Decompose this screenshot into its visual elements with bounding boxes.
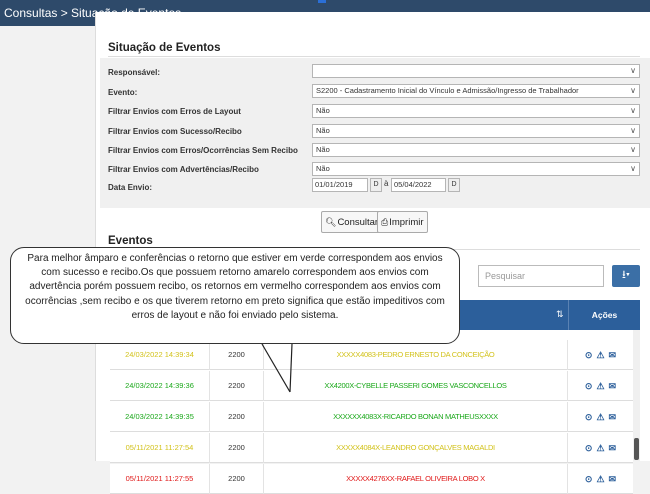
row-actions: ⊙ ⚠︎ ✉︎ bbox=[568, 371, 633, 401]
row-date: 24/03/2022 14:39:34 bbox=[110, 340, 210, 370]
view-icon[interactable]: ⊙ bbox=[585, 412, 593, 422]
search-input[interactable]: Pesquisar bbox=[478, 265, 604, 287]
search-icon: 🔍︎ bbox=[325, 217, 337, 227]
warning-icon[interactable]: ⚠︎ bbox=[596, 412, 604, 422]
row-actions: ⊙ ⚠︎ ✉︎ bbox=[568, 433, 633, 463]
row-date: 24/03/2022 14:39:36 bbox=[110, 371, 210, 401]
row-date: 05/11/2021 11:27:54 bbox=[110, 433, 210, 463]
row-description: XX4200X-CYBELLE PASSERI GOMES VASCONCELL… bbox=[264, 371, 568, 401]
table-row: 24/03/2022 14:39:36 2200 XX4200X-CYBELLE P… bbox=[110, 371, 633, 401]
events-section-title: Eventos bbox=[108, 235, 153, 247]
responsavel-label: Responsável: bbox=[108, 68, 161, 77]
download-icon: ⭳▾ bbox=[622, 269, 630, 281]
filters-section-title: Situação de Eventos bbox=[108, 42, 221, 54]
row-description: XXXXX4084X-LEANDRO GONÇALVES MAGALDI bbox=[264, 433, 568, 463]
table-row: 05/11/2021 11:27:55 2200 XXXXX4276XX-RAFAE… bbox=[110, 464, 633, 494]
view-icon[interactable]: ⊙ bbox=[585, 443, 593, 453]
row-code: 2200 bbox=[210, 371, 264, 401]
data-envio-label: Data Envio: bbox=[108, 183, 153, 192]
mail-icon[interactable]: ✉︎ bbox=[609, 412, 617, 422]
consultar-button[interactable]: 🔍︎Consultar bbox=[321, 211, 383, 233]
evento-label: Evento: bbox=[108, 88, 138, 97]
row-actions: ⊙ ⚠︎ ✉︎ bbox=[568, 464, 633, 494]
chevron-down-icon: ∨ bbox=[630, 145, 636, 154]
sucesso-label: Filtrar Envios com Sucesso/Recibo bbox=[108, 127, 242, 136]
mail-icon[interactable]: ✉︎ bbox=[609, 350, 617, 360]
sucesso-select[interactable]: Não ∨ bbox=[312, 124, 640, 138]
row-actions: ⊙ ⚠︎ ✉︎ bbox=[568, 402, 633, 432]
row-actions: ⊙ ⚠︎ ✉︎ bbox=[568, 340, 633, 370]
row-code: 2200 bbox=[210, 433, 264, 463]
warning-icon[interactable]: ⚠︎ bbox=[596, 443, 604, 453]
evento-select[interactable]: S2200 - Cadastramento Inicial do Vínculo… bbox=[312, 84, 640, 98]
scrollbar-thumb[interactable] bbox=[634, 438, 639, 460]
chevron-down-icon: ∨ bbox=[630, 66, 636, 75]
row-code: 2200 bbox=[210, 402, 264, 432]
view-icon[interactable]: ⊙ bbox=[585, 474, 593, 484]
mail-icon[interactable]: ✉︎ bbox=[609, 443, 617, 453]
date-to-input[interactable]: 05/04/2022 bbox=[391, 178, 446, 192]
printer-icon: ⎙ bbox=[381, 217, 389, 227]
view-icon[interactable]: ⊙ bbox=[585, 381, 593, 391]
mail-icon[interactable]: ✉︎ bbox=[609, 381, 617, 391]
responsavel-select[interactable]: ∨ bbox=[312, 64, 640, 78]
top-marker bbox=[318, 0, 326, 3]
date-from-picker-button[interactable]: D bbox=[370, 178, 382, 192]
table-row: 05/11/2021 11:27:54 2200 XXXXX4084X-LEANDR… bbox=[110, 433, 633, 463]
date-to-picker-button[interactable]: D bbox=[448, 178, 460, 192]
acoes-header: Ações bbox=[568, 300, 640, 330]
chevron-down-icon: ∨ bbox=[630, 164, 636, 173]
row-description: XXXXXX4083X-RICARDO BONAN MATHEUSXXXX bbox=[264, 402, 568, 432]
row-description: XXXXX4083-PEDRO ERNESTO DA CONCEIÇÃO bbox=[264, 340, 568, 370]
row-code: 2200 bbox=[210, 464, 264, 494]
sort-icon[interactable]: ⇅ bbox=[556, 309, 564, 320]
warning-icon[interactable]: ⚠︎ bbox=[596, 381, 604, 391]
row-description: XXXXX4276XX-RAFAEL OLIVEIRA LOBO X bbox=[264, 464, 568, 494]
row-code: 2200 bbox=[210, 340, 264, 370]
row-date: 24/03/2022 14:39:35 bbox=[110, 402, 210, 432]
row-date: 05/11/2021 11:27:55 bbox=[110, 464, 210, 494]
warning-icon[interactable]: ⚠︎ bbox=[596, 350, 604, 360]
advertencias-select[interactable]: Não ∨ bbox=[312, 162, 640, 176]
table-row: 24/03/2022 14:39:35 2200 XXXXXX4083X-RICAR… bbox=[110, 402, 633, 432]
download-button[interactable]: ⭳▾ bbox=[612, 265, 640, 287]
advertencias-label: Filtrar Envios com Advertências/Recibo bbox=[108, 165, 259, 174]
warning-icon[interactable]: ⚠︎ bbox=[596, 474, 604, 484]
imprimir-button[interactable]: ⎙Imprimir bbox=[377, 211, 428, 233]
table-row: 24/03/2022 14:39:34 2200 XXXXX4083-PEDRO E… bbox=[110, 340, 633, 370]
erros-layout-label: Filtrar Envios com Erros de Layout bbox=[108, 107, 241, 116]
ocorrencias-label: Filtrar Envios com Erros/Ocorrências Sem… bbox=[108, 146, 298, 155]
ocorrencias-select[interactable]: Não ∨ bbox=[312, 143, 640, 157]
date-separator: à bbox=[384, 179, 389, 188]
chevron-down-icon: ∨ bbox=[630, 86, 636, 95]
date-from-input[interactable]: 01/01/2019 bbox=[312, 178, 368, 192]
explanation-callout: Para melhor âmparo e conferências o reto… bbox=[10, 247, 460, 344]
mail-icon[interactable]: ✉︎ bbox=[609, 474, 617, 484]
erros-layout-select[interactable]: Não ∨ bbox=[312, 104, 640, 118]
filters-divider bbox=[108, 56, 640, 57]
chevron-down-icon: ∨ bbox=[630, 106, 636, 115]
table-scrollbar[interactable] bbox=[633, 330, 640, 461]
view-icon[interactable]: ⊙ bbox=[585, 350, 593, 360]
chevron-down-icon: ∨ bbox=[630, 126, 636, 135]
